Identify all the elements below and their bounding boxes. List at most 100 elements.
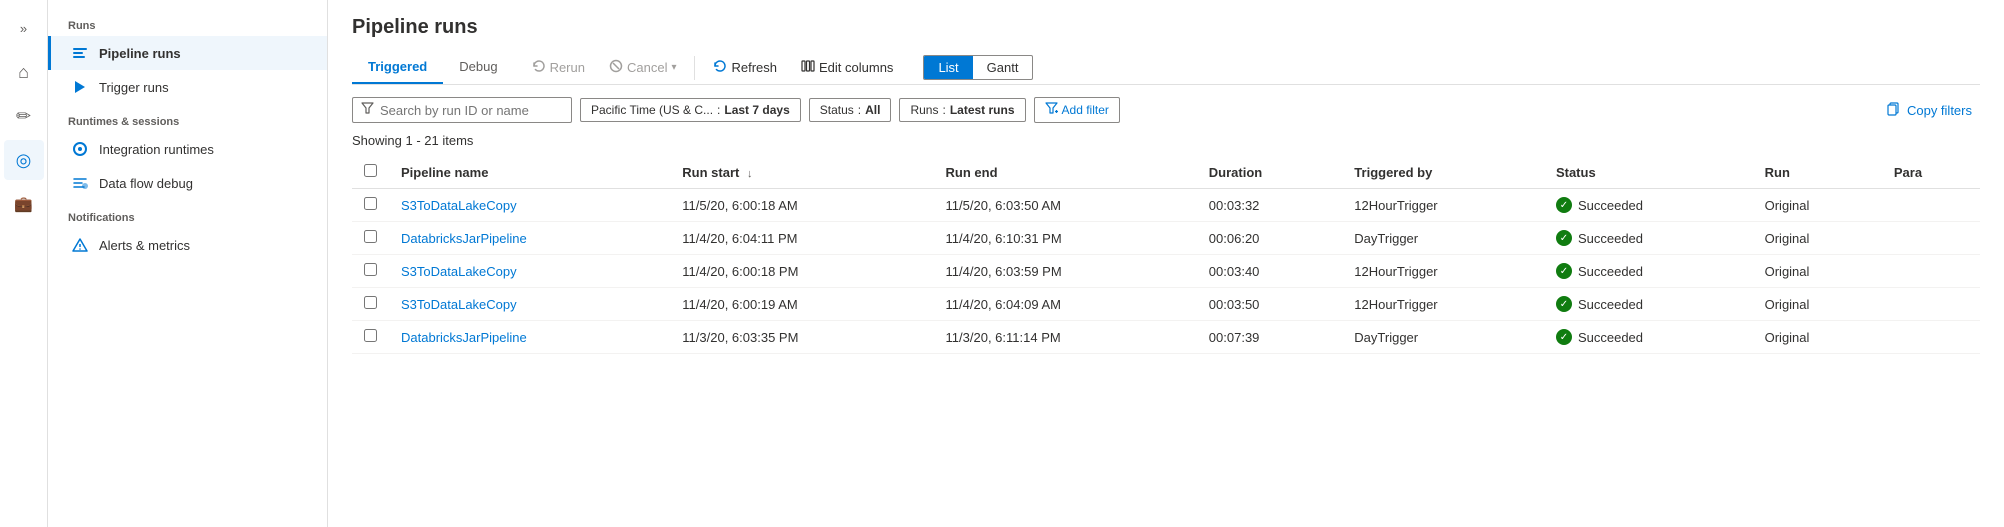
sort-icon-run-start: ↓ xyxy=(747,168,753,180)
edit-columns-icon xyxy=(801,59,815,76)
time-filter-chip[interactable]: Pacific Time (US & C... : Last 7 days xyxy=(580,98,801,122)
cell-pipeline-name-1: DatabricksJarPipeline xyxy=(389,222,670,255)
time-filter-value: Last 7 days xyxy=(724,103,789,117)
view-list-button[interactable]: List xyxy=(924,56,972,79)
cell-run-start-0: 11/5/20, 6:00:18 AM xyxy=(670,189,933,222)
cell-run-type-0: Original xyxy=(1753,189,1882,222)
row-checkbox-3[interactable] xyxy=(364,296,377,309)
row-checkbox-cell xyxy=(352,288,389,321)
refresh-button[interactable]: Refresh xyxy=(703,54,787,81)
view-gantt-button[interactable]: Gantt xyxy=(973,56,1033,79)
row-checkbox-4[interactable] xyxy=(364,329,377,342)
sidebar-item-integration-runtimes[interactable]: Integration runtimes xyxy=(48,132,327,166)
collapse-nav-button[interactable]: » xyxy=(4,8,44,48)
status-label-0: Succeeded xyxy=(1578,198,1643,213)
cell-run-type-4: Original xyxy=(1753,321,1882,354)
monitor-nav-icon[interactable]: ◎ xyxy=(4,140,44,180)
status-filter-label: Status xyxy=(820,103,854,117)
pencil-nav-icon[interactable]: ✏ xyxy=(4,96,44,136)
sidebar-item-alerts-metrics[interactable]: Alerts & metrics xyxy=(48,228,327,262)
pipeline-name-link-0[interactable]: S3ToDataLakeCopy xyxy=(401,198,517,213)
cell-run-type-2: Original xyxy=(1753,255,1882,288)
pipeline-name-link-3[interactable]: S3ToDataLakeCopy xyxy=(401,297,517,312)
nav-icon-strip: » ⌂ ✏ ◎ 💼 xyxy=(0,0,48,527)
cell-duration-4: 00:07:39 xyxy=(1197,321,1343,354)
briefcase-nav-icon[interactable]: 💼 xyxy=(4,184,44,224)
status-filter-value: All xyxy=(865,103,880,117)
cell-run-type-1: Original xyxy=(1753,222,1882,255)
cell-duration-3: 00:03:50 xyxy=(1197,288,1343,321)
copy-filters-label: Copy filters xyxy=(1907,103,1972,118)
cell-run-start-2: 11/4/20, 6:00:18 PM xyxy=(670,255,933,288)
cell-pipeline-name-0: S3ToDataLakeCopy xyxy=(389,189,670,222)
col-header-run-end: Run end xyxy=(934,156,1197,189)
sidebar-section-runtimes: Runtimes & sessions xyxy=(48,104,327,132)
cell-run-start-3: 11/4/20, 6:00:19 AM xyxy=(670,288,933,321)
copy-filters-button[interactable]: Copy filters xyxy=(1879,98,1980,123)
home-nav-icon[interactable]: ⌂ xyxy=(4,52,44,92)
cell-para-2 xyxy=(1882,255,1980,288)
row-checkbox-cell xyxy=(352,255,389,288)
edit-columns-label: Edit columns xyxy=(819,60,893,75)
sidebar-section-notifications: Notifications xyxy=(48,200,327,228)
copy-filters-icon xyxy=(1887,102,1901,119)
data-flow-debug-icon xyxy=(71,174,89,192)
pipeline-name-link-1[interactable]: DatabricksJarPipeline xyxy=(401,231,527,246)
rerun-label: Rerun xyxy=(550,60,585,75)
sidebar-item-trigger-runs[interactable]: Trigger runs xyxy=(48,70,327,104)
cancel-icon xyxy=(609,59,623,76)
tab-debug[interactable]: Debug xyxy=(443,51,513,84)
status-label-1: Succeeded xyxy=(1578,231,1643,246)
search-input[interactable] xyxy=(380,103,560,118)
sidebar: Runs Pipeline runs Trigger runs Runtimes… xyxy=(48,0,328,527)
cancel-button[interactable]: Cancel ▾ xyxy=(599,54,687,81)
cell-status-4: ✓ Succeeded xyxy=(1544,321,1753,354)
select-all-checkbox[interactable] xyxy=(364,164,377,177)
sidebar-item-pipeline-runs[interactable]: Pipeline runs xyxy=(48,36,327,70)
col-header-status: Status xyxy=(1544,156,1753,189)
sidebar-item-pipeline-runs-label: Pipeline runs xyxy=(99,46,181,61)
table-row: DatabricksJarPipeline 11/4/20, 6:04:11 P… xyxy=(352,222,1980,255)
status-filter-chip[interactable]: Status : All xyxy=(809,98,892,122)
tab-triggered[interactable]: Triggered xyxy=(352,51,443,84)
trigger-runs-icon xyxy=(71,78,89,96)
cell-para-1 xyxy=(1882,222,1980,255)
add-filter-button[interactable]: Add filter xyxy=(1034,97,1120,123)
row-checkbox-cell xyxy=(352,222,389,255)
sidebar-item-data-flow-debug[interactable]: Data flow debug xyxy=(48,166,327,200)
sidebar-item-trigger-runs-label: Trigger runs xyxy=(99,80,169,95)
table-row: DatabricksJarPipeline 11/3/20, 6:03:35 P… xyxy=(352,321,1980,354)
row-checkbox-2[interactable] xyxy=(364,263,377,276)
status-filter-separator: : xyxy=(858,103,861,117)
row-checkbox-0[interactable] xyxy=(364,197,377,210)
cell-run-end-2: 11/4/20, 6:03:59 PM xyxy=(934,255,1197,288)
cell-para-0 xyxy=(1882,189,1980,222)
pipeline-name-link-2[interactable]: S3ToDataLakeCopy xyxy=(401,264,517,279)
status-label-4: Succeeded xyxy=(1578,330,1643,345)
cell-pipeline-name-4: DatabricksJarPipeline xyxy=(389,321,670,354)
cell-status-1: ✓ Succeeded xyxy=(1544,222,1753,255)
rerun-icon xyxy=(532,59,546,76)
row-checkbox-1[interactable] xyxy=(364,230,377,243)
search-input-wrap xyxy=(352,97,572,123)
results-count: Showing 1 - 21 items xyxy=(352,133,1980,148)
status-label-3: Succeeded xyxy=(1578,297,1643,312)
rerun-button[interactable]: Rerun xyxy=(522,54,595,81)
filter-bar: Pacific Time (US & C... : Last 7 days St… xyxy=(352,97,1980,123)
cell-status-0: ✓ Succeeded xyxy=(1544,189,1753,222)
table-row: S3ToDataLakeCopy 11/4/20, 6:00:19 AM 11/… xyxy=(352,288,1980,321)
runs-filter-chip[interactable]: Runs : Latest runs xyxy=(899,98,1025,122)
toolbar: Rerun Cancel ▾ Refresh Edit colu xyxy=(522,54,1980,81)
pipeline-name-link-4[interactable]: DatabricksJarPipeline xyxy=(401,330,527,345)
cell-status-3: ✓ Succeeded xyxy=(1544,288,1753,321)
col-header-duration: Duration xyxy=(1197,156,1343,189)
runs-filter-separator: : xyxy=(942,103,945,117)
runs-filter-value: Latest runs xyxy=(950,103,1015,117)
cell-status-2: ✓ Succeeded xyxy=(1544,255,1753,288)
main-content: Pipeline runs Triggered Debug Rerun Canc… xyxy=(328,0,2004,527)
col-header-run-start[interactable]: Run start ↓ xyxy=(670,156,933,189)
edit-columns-button[interactable]: Edit columns xyxy=(791,54,903,81)
cell-run-end-1: 11/4/20, 6:10:31 PM xyxy=(934,222,1197,255)
cell-triggered-by-3: 12HourTrigger xyxy=(1342,288,1544,321)
sidebar-item-alerts-metrics-label: Alerts & metrics xyxy=(99,238,190,253)
